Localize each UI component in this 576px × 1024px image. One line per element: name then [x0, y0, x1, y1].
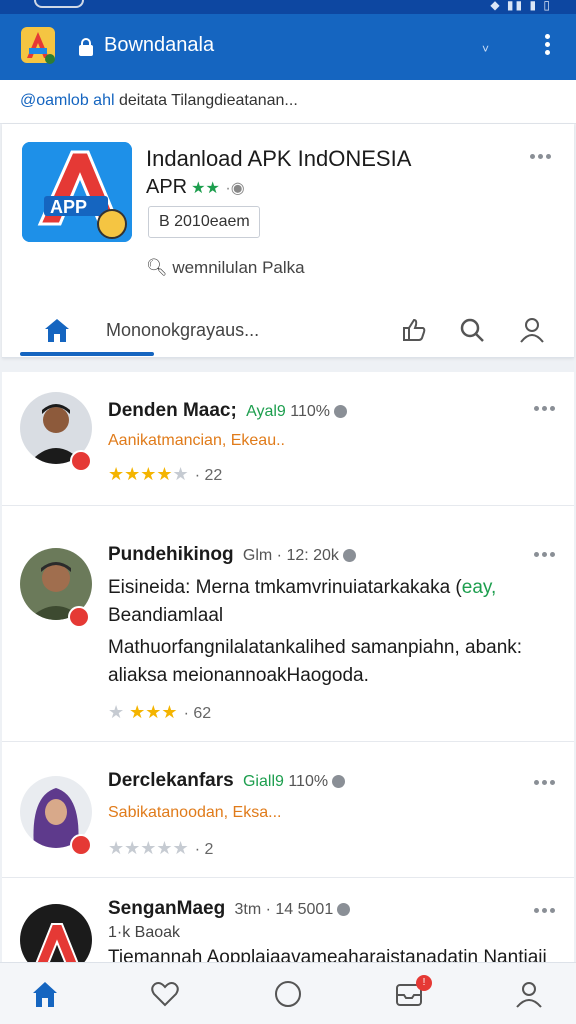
overflow-menu-icon[interactable]	[537, 34, 557, 60]
app-logo-icon[interactable]	[20, 26, 58, 66]
review-feed: Denden Maac; Ayal9 110% Aanikatmancian, …	[2, 372, 574, 976]
post-meta: Giall9 110%	[242, 773, 346, 790]
post-rating: ★★★★★ · 22	[108, 464, 222, 485]
app-subtitle-text: APR	[146, 176, 188, 198]
status-notch-icon	[34, 0, 84, 8]
app-title: Indanload APK IndONESIA	[146, 146, 412, 171]
profile-icon[interactable]	[514, 979, 544, 1009]
rating-count: · 2	[194, 841, 214, 858]
author-name: Pundehikinog	[108, 544, 234, 565]
post-body-line2: Beandiamlaal	[108, 605, 224, 626]
rating-stars-empty: ★	[108, 702, 125, 722]
post-more-icon[interactable]	[534, 552, 555, 557]
post-body-line1: Eisineida: Merna tmkamvrinuiatarkakaka (	[108, 577, 462, 598]
post-more-icon[interactable]	[534, 406, 555, 411]
verified-badge-icon	[70, 834, 92, 856]
globe-icon	[342, 549, 356, 563]
author-name: Denden Maac;	[108, 400, 237, 421]
lock-icon	[79, 38, 93, 56]
list-item[interactable]: Pundehikinog Glm · 12: 20k Eisineida: Me…	[2, 506, 574, 742]
post-subtitle: 1·k Baoak	[108, 924, 181, 941]
app-subtitle: APR ★★ ·◉	[146, 176, 245, 199]
post-stat: 110%	[290, 403, 331, 420]
post-stat: 3tm · 14 5001	[234, 901, 334, 918]
post-stat: 110%	[288, 773, 329, 790]
post-author: Pundehikinog Glm · 12: 20k	[108, 544, 356, 566]
profile-icon[interactable]	[518, 316, 546, 344]
author-tag: Giall9	[242, 773, 284, 790]
app-card: APP Indanload APK IndONESIA APR ★★ ·◉ B 2…	[2, 124, 574, 358]
app-bar-title: Bowndanala	[104, 34, 215, 56]
url-prefix: @oamlob ahl	[20, 92, 115, 109]
post-author: SenganMaeg 3tm · 14 5001	[108, 898, 351, 920]
author-tag: Ayal9	[246, 403, 286, 420]
post-rating: ★★★★★ · 2	[108, 838, 213, 859]
verified-icon: ·◉	[225, 180, 245, 197]
list-item[interactable]: SenganMaeg 3tm · 14 5001 1·k Baoak Tiema…	[2, 878, 574, 976]
post-more-icon[interactable]	[534, 780, 555, 785]
tab-bar: Mononokgrayaus...	[2, 304, 574, 358]
url-text: @oamlob ahl deitata Tilangdieatanan...	[20, 92, 298, 110]
author-name: SenganMaeg	[108, 898, 226, 919]
post-rating: ★ ★★★ · 62	[108, 702, 211, 723]
active-tab-indicator	[20, 352, 154, 356]
notification-badge: !	[416, 975, 432, 991]
rating-count: · 62	[183, 705, 212, 722]
post-meta: Glm · 12: 20k	[243, 547, 356, 564]
post-body-tag: eay,	[461, 577, 497, 598]
globe-icon	[337, 903, 351, 917]
card-more-icon[interactable]	[530, 154, 551, 159]
circle-icon[interactable]	[273, 979, 303, 1009]
verified-badge-icon	[70, 450, 92, 472]
rating-stars-filled: ★★★	[129, 702, 178, 722]
rating-stars-filled: ★★★★	[108, 464, 173, 484]
search-icon: 🔍︎	[146, 258, 168, 277]
url-path: deitata Tilangdieatanan...	[114, 92, 298, 109]
post-author: Derclekanfars Giall9 110%	[108, 770, 346, 792]
rating-stars-empty: ★★★★★	[108, 838, 189, 858]
tab-label[interactable]: Mononokgrayaus...	[106, 320, 259, 341]
post-subtitle: Sabikatanoodan, Eksa...	[108, 804, 282, 821]
rating-count: · 22	[194, 467, 223, 484]
post-body-highlight[interactable]: Mathuorfangnilalatankalihed samanpiahn, …	[108, 634, 548, 690]
post-author: Denden Maac; Ayal9 110%	[108, 400, 348, 422]
home-icon[interactable]	[30, 979, 60, 1009]
post-body: Eisineida: Merna tmkamvrinuiatarkakaka (…	[108, 574, 548, 630]
app-rating-stars: ★★	[191, 180, 220, 197]
globe-icon	[332, 775, 346, 789]
post-stat: Glm · 12: 20k	[242, 547, 339, 564]
status-signal-icons: ◆ ▮▮ ▮ ▯	[490, 0, 552, 12]
list-item[interactable]: Derclekanfars Giall9 110% Sabikatanoodan…	[2, 742, 574, 878]
app-icon[interactable]: APP	[22, 142, 132, 242]
thumbs-up-icon[interactable]	[400, 316, 428, 344]
search-icon[interactable]	[458, 316, 486, 344]
author-name: Derclekanfars	[108, 770, 234, 791]
verified-badge-icon	[68, 606, 90, 628]
search-row[interactable]: 🔍︎ wemnilulan Palka	[146, 258, 305, 278]
apk-logo-icon: APP	[22, 142, 132, 242]
post-subtitle: Aanikatmancian, Ekeau..	[108, 432, 285, 449]
version-badge[interactable]: B 2010eaem	[148, 206, 260, 238]
rating-stars-empty: ★	[172, 464, 189, 484]
bottom-nav: !	[0, 962, 576, 1024]
status-bar: ◆ ▮▮ ▮ ▯	[0, 0, 576, 14]
globe-icon	[334, 405, 348, 419]
chevron-down-icon[interactable]: ˅	[482, 42, 489, 56]
list-item[interactable]: Denden Maac; Ayal9 110% Aanikatmancian, …	[2, 372, 574, 506]
heart-icon[interactable]	[150, 979, 180, 1009]
search-label: wemnilulan Palka	[172, 258, 305, 277]
post-meta: 3tm · 14 5001	[234, 901, 351, 918]
app-bar: Bowndanala ˅	[0, 14, 576, 80]
post-meta: Ayal9 110%	[246, 403, 348, 420]
svg-text:APP: APP	[50, 197, 87, 217]
url-bar[interactable]: @oamlob ahl deitata Tilangdieatanan...	[0, 80, 576, 124]
post-more-icon[interactable]	[534, 908, 555, 913]
home-icon[interactable]	[42, 316, 72, 344]
